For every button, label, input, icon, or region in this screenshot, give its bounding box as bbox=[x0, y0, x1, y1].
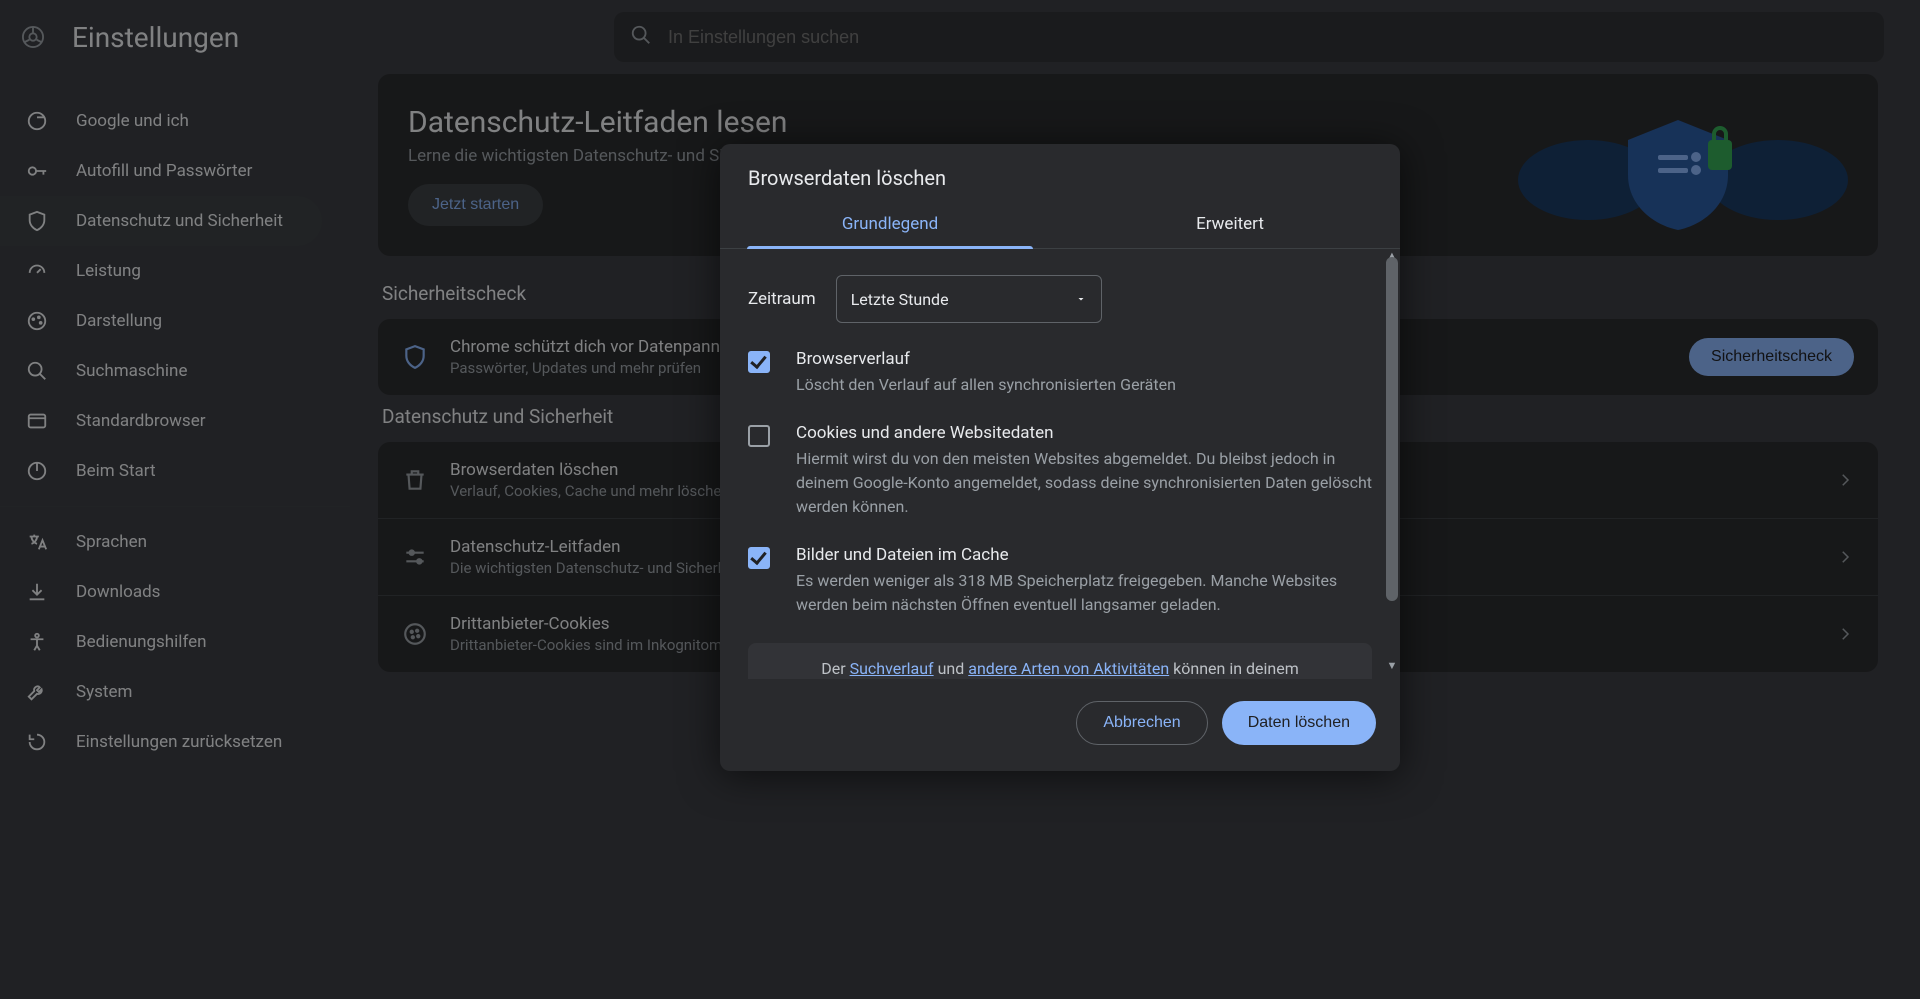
note-text: und bbox=[934, 659, 969, 678]
checkbox-sub: Hiermit wirst du von den meisten Website… bbox=[796, 447, 1372, 519]
checkbox-title: Browserverlauf bbox=[796, 349, 1372, 369]
other-activity-link[interactable]: andere Arten von Aktivitäten bbox=[968, 659, 1169, 678]
sidebar-item-label: Beim Start bbox=[76, 461, 156, 481]
chrome-logo-icon bbox=[22, 26, 44, 48]
time-range-value: Letzte Stunde bbox=[851, 290, 949, 309]
sidebar-item-accessibility[interactable]: Bedienungshilfen bbox=[0, 617, 322, 667]
sidebar-item-label: Bedienungshilfen bbox=[76, 632, 207, 652]
sidebar-item-search-engine[interactable]: Suchmaschine bbox=[0, 346, 322, 396]
sidebar-item-google[interactable]: Google und ich bbox=[0, 96, 322, 146]
sidebar-item-label: Darstellung bbox=[76, 311, 162, 331]
palette-icon bbox=[26, 310, 48, 332]
sidebar-item-label: Einstellungen zurücksetzen bbox=[76, 732, 282, 752]
checkbox-row-cookies: Cookies und andere Websitedaten Hiermit … bbox=[748, 423, 1372, 519]
sidebar-item-privacy[interactable]: Datenschutz und Sicherheit bbox=[0, 196, 322, 246]
sidebar-item-reset[interactable]: Einstellungen zurücksetzen bbox=[0, 717, 322, 767]
wrench-icon bbox=[26, 681, 48, 703]
download-icon bbox=[26, 581, 48, 603]
sliders-icon bbox=[402, 544, 428, 570]
google-icon bbox=[26, 110, 48, 132]
sidebar-item-startup[interactable]: Beim Start bbox=[0, 446, 322, 496]
cancel-button[interactable]: Abbrechen bbox=[1076, 701, 1207, 745]
search-icon bbox=[26, 360, 48, 382]
search-input[interactable] bbox=[668, 27, 1868, 48]
key-icon bbox=[26, 160, 48, 182]
shield-icon bbox=[26, 210, 48, 232]
sidebar-item-appearance[interactable]: Darstellung bbox=[0, 296, 322, 346]
tab-advanced[interactable]: Erweitert bbox=[1060, 200, 1400, 248]
checkbox-sub: Es werden weniger als 318 MB Speicherpla… bbox=[796, 569, 1372, 617]
checkbox-sub: Löscht den Verlauf auf allen synchronisi… bbox=[796, 373, 1372, 397]
checkbox-title: Cookies und andere Websitedaten bbox=[796, 423, 1372, 443]
sidebar-item-label: Datenschutz und Sicherheit bbox=[76, 211, 283, 231]
checkbox-title: Bilder und Dateien im Cache bbox=[796, 545, 1372, 565]
clear-browsing-data-dialog: Browserdaten löschen Grundlegend Erweite… bbox=[720, 144, 1400, 771]
time-range-label: Zeitraum bbox=[748, 289, 816, 309]
power-icon bbox=[26, 460, 48, 482]
sidebar-item-autofill[interactable]: Autofill und Passwörter bbox=[0, 146, 322, 196]
sidebar-item-label: Suchmaschine bbox=[76, 361, 187, 381]
browser-icon bbox=[26, 410, 48, 432]
sidebar: Google und ich Autofill und Passwörter D… bbox=[0, 74, 350, 999]
sidebar-item-performance[interactable]: Leistung bbox=[0, 246, 322, 296]
security-check-button[interactable]: Sicherheitscheck bbox=[1689, 338, 1854, 376]
sidebar-item-downloads[interactable]: Downloads bbox=[0, 567, 322, 617]
search-history-link[interactable]: Suchverlauf bbox=[850, 659, 934, 678]
checkbox-cache[interactable] bbox=[748, 547, 770, 569]
checkbox-cookies[interactable] bbox=[748, 425, 770, 447]
chevron-right-icon bbox=[1836, 625, 1854, 643]
checkbox-row-history: Browserverlauf Löscht den Verlauf auf al… bbox=[748, 349, 1372, 397]
sidebar-item-label: Google und ich bbox=[76, 111, 189, 131]
reset-icon bbox=[26, 731, 48, 753]
tab-basic[interactable]: Grundlegend bbox=[720, 200, 1060, 248]
guide-start-button[interactable]: Jetzt starten bbox=[408, 184, 543, 226]
checkbox-row-cache: Bilder und Dateien im Cache Es werden we… bbox=[748, 545, 1372, 617]
sidebar-item-label: Leistung bbox=[76, 261, 141, 281]
chevron-right-icon bbox=[1836, 548, 1854, 566]
sidebar-item-label: Standardbrowser bbox=[76, 411, 205, 431]
note-text: können in deinem bbox=[1169, 659, 1299, 678]
speed-icon bbox=[26, 260, 48, 282]
language-icon bbox=[26, 531, 48, 553]
chevron-right-icon bbox=[1836, 471, 1854, 489]
search-icon bbox=[630, 24, 652, 50]
trash-icon bbox=[402, 467, 428, 493]
sidebar-item-label: Autofill und Passwörter bbox=[76, 161, 252, 181]
sidebar-item-languages[interactable]: Sprachen bbox=[0, 517, 322, 567]
sidebar-item-label: Downloads bbox=[76, 582, 160, 602]
time-range-select[interactable]: Letzte Stunde bbox=[836, 275, 1102, 323]
guide-title: Datenschutz-Leitfaden lesen bbox=[408, 105, 1484, 140]
scroll-down-arrow-icon[interactable]: ▼ bbox=[1386, 659, 1398, 672]
checkbox-history[interactable] bbox=[748, 351, 770, 373]
shield-icon bbox=[402, 344, 428, 370]
note-text: Der bbox=[821, 659, 849, 678]
search-container[interactable] bbox=[614, 12, 1884, 62]
dialog-title: Browserdaten löschen bbox=[720, 144, 1400, 200]
sidebar-item-system[interactable]: System bbox=[0, 667, 322, 717]
clear-data-button[interactable]: Daten löschen bbox=[1222, 701, 1376, 745]
info-note: Der Suchverlauf und andere Arten von Akt… bbox=[748, 643, 1372, 679]
sidebar-item-label: System bbox=[76, 682, 132, 702]
sidebar-divider bbox=[0, 506, 350, 507]
dropdown-arrow-icon bbox=[1075, 290, 1087, 309]
page-title: Einstellungen bbox=[72, 21, 239, 54]
privacy-illustration-icon bbox=[1508, 100, 1848, 230]
sidebar-item-label: Sprachen bbox=[76, 532, 147, 552]
dialog-scrollbar[interactable] bbox=[1386, 257, 1398, 601]
sidebar-item-default-browser[interactable]: Standardbrowser bbox=[0, 396, 322, 446]
cookie-icon bbox=[402, 621, 428, 647]
accessibility-icon bbox=[26, 631, 48, 653]
